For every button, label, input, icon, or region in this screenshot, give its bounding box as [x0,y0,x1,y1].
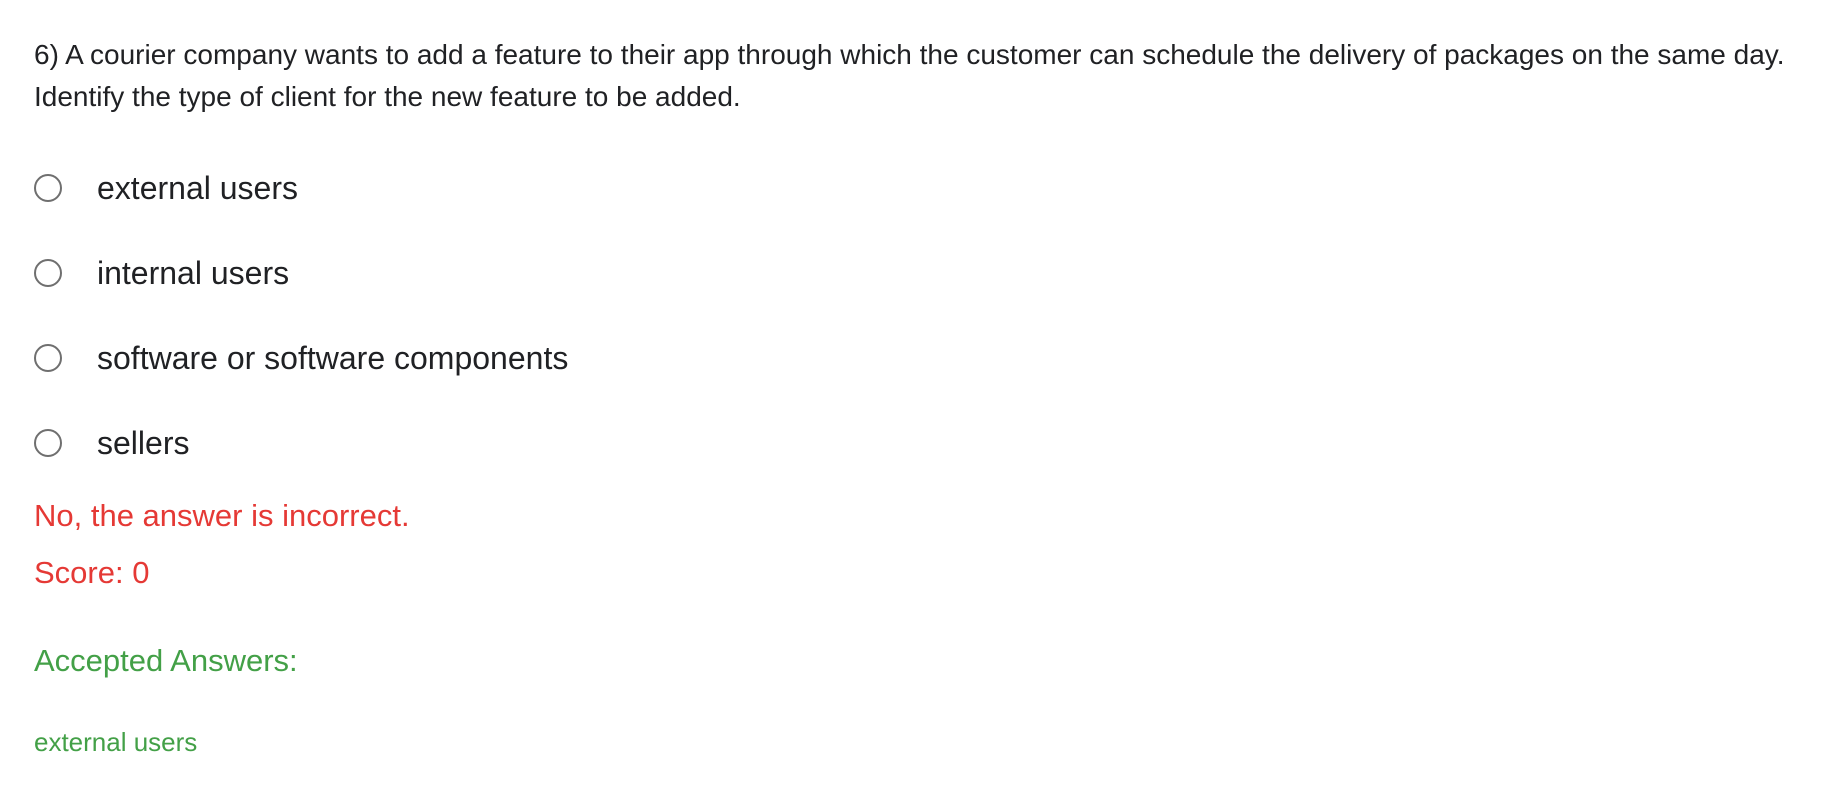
option-external-users[interactable]: external users [34,145,568,230]
accepted-answers-heading: Accepted Answers: [34,643,298,678]
option-label: external users [97,169,298,206]
radio-button[interactable] [34,428,62,457]
question-text: 6) A courier company wants to add a feat… [34,39,1785,112]
option-label: software or software components [97,339,569,376]
option-label: internal users [97,254,290,291]
option-internal-users[interactable]: internal users [34,230,568,315]
radio-button[interactable] [34,173,62,202]
radio-button[interactable] [34,343,62,372]
radio-button[interactable] [34,258,62,287]
option-label: sellers [97,424,190,461]
score-text: Score: 0 [34,555,150,590]
result-message: No, the answer is incorrect. [34,498,410,533]
option-sellers[interactable]: sellers [34,400,568,485]
option-software-components[interactable]: software or software components [34,315,568,400]
answer-options: external users internal users software o… [34,145,568,485]
accepted-answer-item: external users [34,727,198,757]
